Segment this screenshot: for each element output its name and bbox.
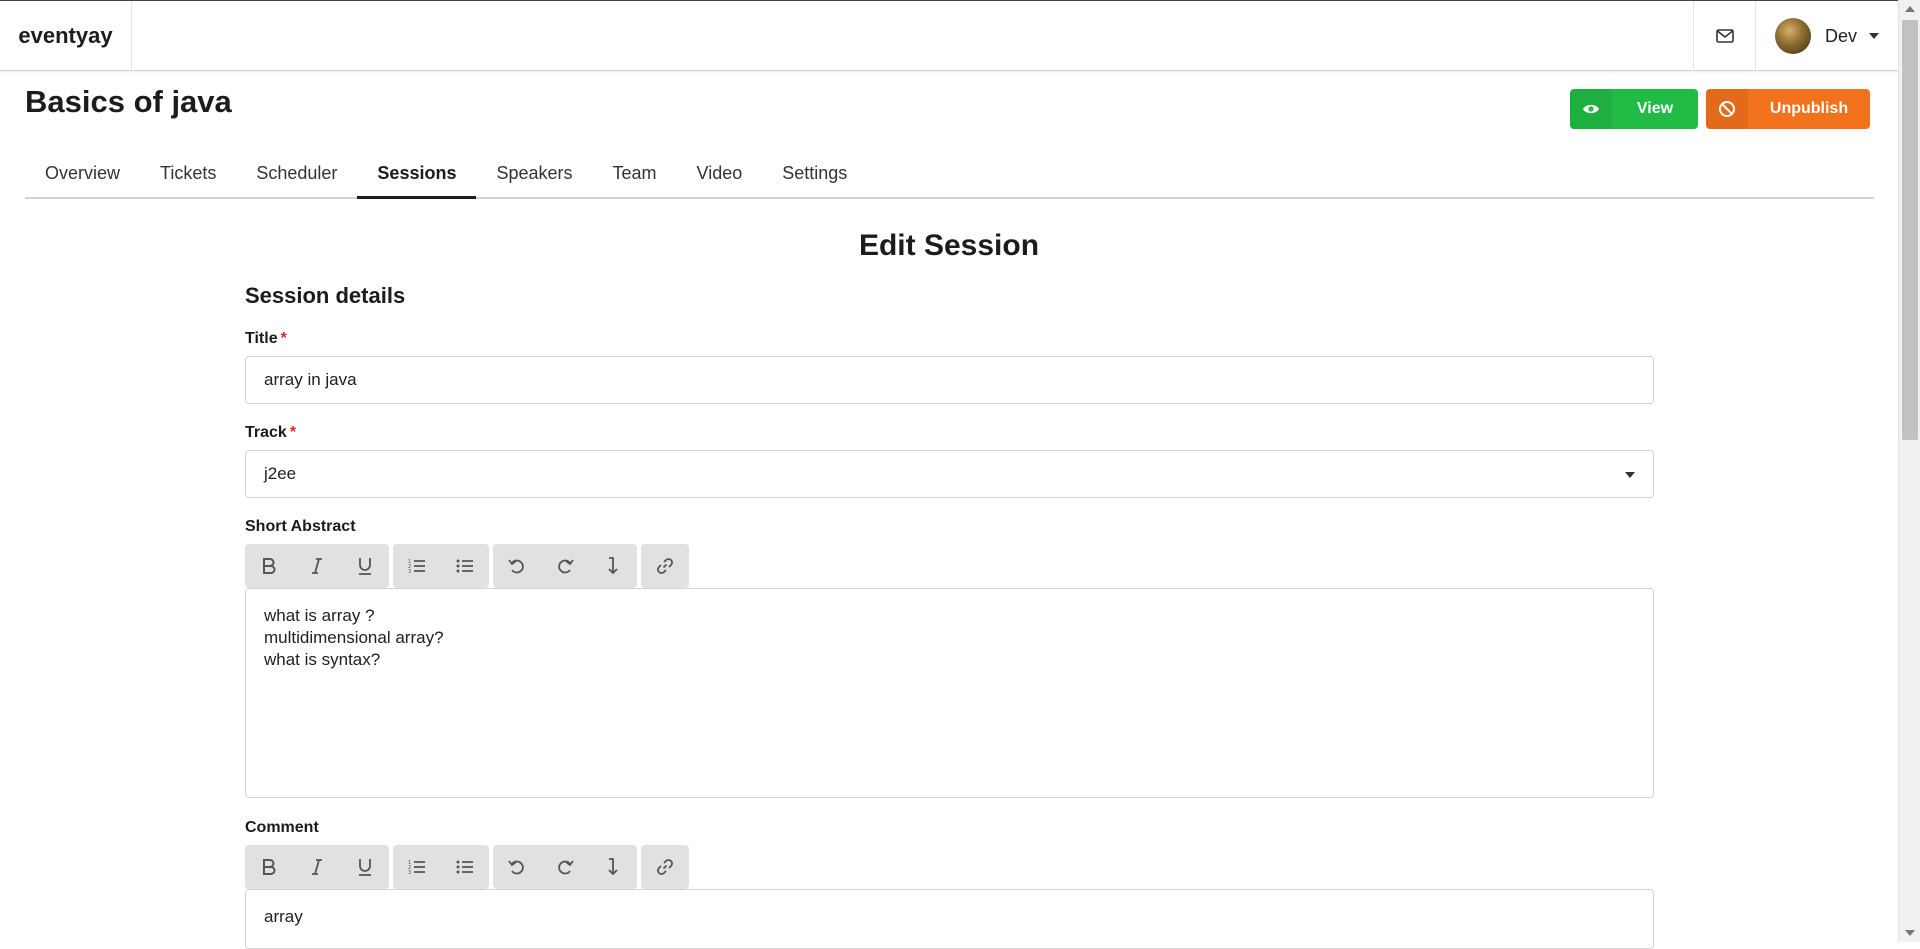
track-label: Track * [245, 424, 296, 442]
link-icon[interactable] [641, 544, 689, 588]
tab-team[interactable]: Team [593, 150, 677, 199]
title-label: Title * [245, 330, 287, 348]
italic-icon[interactable] [293, 845, 341, 889]
user-menu[interactable]: Dev [1757, 1, 1898, 71]
list-group: 123 [393, 544, 489, 588]
tab-video[interactable]: Video [677, 150, 763, 199]
abstract-line: multidimensional array? [264, 628, 444, 647]
line-break-icon[interactable] [589, 544, 637, 588]
page-scrollbar[interactable] [1898, 0, 1920, 942]
line-break-icon[interactable] [589, 845, 637, 889]
eye-icon [1570, 89, 1612, 129]
redo-icon[interactable] [541, 544, 589, 588]
brand-logo[interactable]: eventyay [0, 1, 132, 71]
comment-editor[interactable]: array [245, 889, 1654, 949]
unpublish-button[interactable]: Unpublish [1706, 89, 1870, 129]
tab-speakers[interactable]: Speakers [476, 150, 592, 199]
link-icon[interactable] [641, 845, 689, 889]
top-navbar: eventyay Dev [0, 0, 1898, 71]
track-select[interactable]: j2ee [245, 450, 1654, 498]
tab-scheduler[interactable]: Scheduler [236, 150, 357, 199]
bold-icon[interactable] [245, 845, 293, 889]
link-group [641, 845, 689, 889]
ordered-list-icon[interactable]: 123 [393, 544, 441, 588]
unpublish-label: Unpublish [1769, 100, 1849, 117]
redo-icon[interactable] [541, 845, 589, 889]
event-tabs: Overview Tickets Scheduler Sessions Spea… [25, 150, 1874, 199]
abstract-toolbar: 123 [245, 544, 693, 588]
abstract-editor[interactable]: what is array ? multidimensional array? … [245, 588, 1654, 798]
title-input[interactable]: array in java [245, 356, 1654, 404]
view-button[interactable]: View [1570, 89, 1698, 129]
comment-text: array [264, 907, 303, 926]
format-group [245, 845, 389, 889]
avatar [1775, 18, 1811, 54]
undo-icon[interactable] [493, 544, 541, 588]
svg-text:3: 3 [408, 569, 411, 574]
history-group [493, 845, 637, 889]
view-label: View [1636, 100, 1674, 117]
tab-settings[interactable]: Settings [762, 150, 867, 199]
history-group [493, 544, 637, 588]
tab-tickets[interactable]: Tickets [140, 150, 236, 199]
abstract-label: Short Abstract [245, 518, 356, 535]
link-group [641, 544, 689, 588]
italic-icon[interactable] [293, 544, 341, 588]
unordered-list-icon[interactable] [441, 544, 489, 588]
ordered-list-icon[interactable]: 123 [393, 845, 441, 889]
chevron-down-icon [1625, 472, 1635, 478]
user-name: Dev [1825, 25, 1858, 46]
notifications-button[interactable] [1693, 1, 1756, 71]
abstract-line: what is array ? [264, 606, 375, 625]
scroll-up-icon[interactable] [1905, 6, 1915, 12]
scrollbar-thumb[interactable] [1902, 20, 1918, 440]
list-group: 123 [393, 845, 489, 889]
required-mark: * [280, 330, 287, 347]
underline-icon[interactable] [341, 845, 389, 889]
required-mark: * [289, 424, 297, 441]
section-heading: Session details [245, 283, 406, 308]
abstract-line: what is syntax? [264, 650, 381, 669]
bold-icon[interactable] [245, 544, 293, 588]
comment-toolbar: 123 [245, 845, 693, 889]
underline-icon[interactable] [341, 544, 389, 588]
ban-icon [1706, 89, 1748, 129]
comment-label: Comment [245, 819, 319, 836]
tab-sessions[interactable]: Sessions [357, 150, 477, 199]
track-selected-value: j2ee [264, 464, 297, 483]
track-label-text: Track [245, 424, 287, 441]
form-heading: Edit Session [858, 229, 1040, 262]
page-title: Basics of java [25, 84, 232, 119]
undo-icon[interactable] [493, 845, 541, 889]
scroll-down-icon[interactable] [1905, 930, 1915, 936]
unordered-list-icon[interactable] [441, 845, 489, 889]
svg-text:3: 3 [408, 870, 411, 875]
tab-overview[interactable]: Overview [25, 150, 140, 199]
title-label-text: Title [245, 330, 278, 347]
mail-icon [1715, 29, 1734, 43]
format-group [245, 544, 389, 588]
chevron-down-icon [1869, 33, 1880, 39]
